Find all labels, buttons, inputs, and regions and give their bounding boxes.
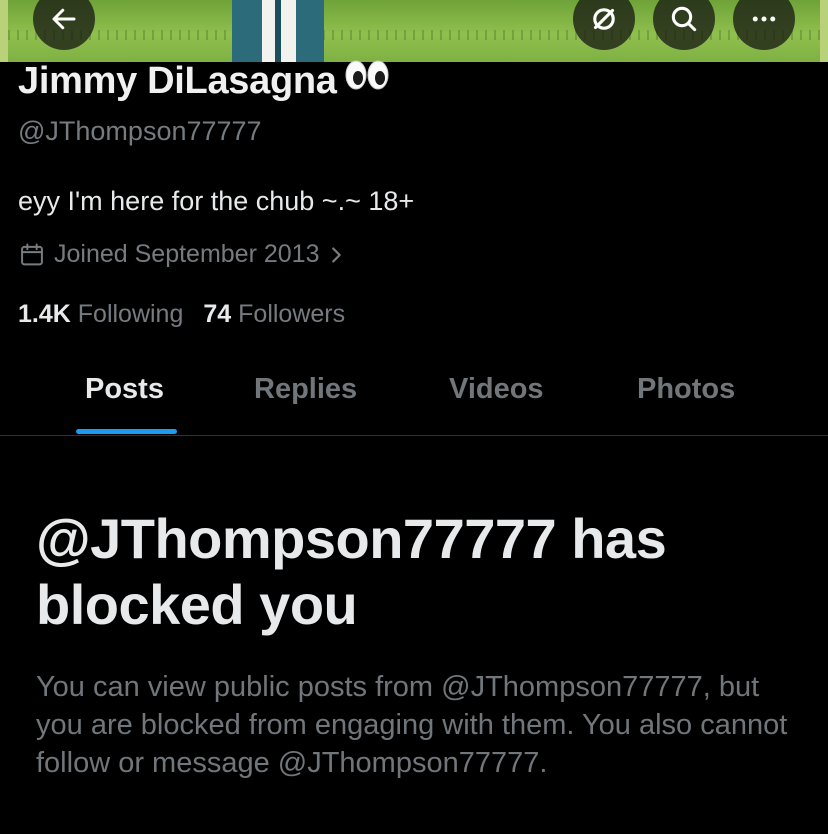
repost-disabled-icon [593,8,615,30]
tab-replies[interactable]: Replies [254,373,357,406]
profile-name-text: Jimmy DiLasagna [18,60,337,102]
blocked-title: @JThompson77777 has blocked you [36,507,667,636]
profile-handle: @JThompson77777 [18,116,262,146]
following-label: Following [77,300,184,328]
chevron-right-icon [332,246,342,263]
profile-name: Jimmy DiLasagna [18,60,391,104]
joined-date-link[interactable]: Joined September 2013 [18,240,355,269]
active-tab-indicator [76,429,177,434]
tab-posts[interactable]: Posts [85,373,164,406]
banner-frame-right [820,0,828,62]
following-stat[interactable]: 1.4K Following [18,300,183,328]
tab-photos[interactable]: Photos [637,373,735,406]
more-icon [752,16,776,22]
joined-date-text: Joined September 2013 [54,240,320,268]
following-count: 1.4K [18,300,71,328]
arrow-left-icon [52,8,76,30]
followers-label: Followers [238,300,346,328]
search-icon [671,6,697,32]
blocked-description: You can view public posts from @JThompso… [36,671,788,779]
profile-stats: 1.4K Following 74 Followers [18,300,345,329]
banner-tie [275,0,281,62]
profile-bio: eyy I'm here for the chub ~.~ 18+ [18,186,415,216]
calendar-icon [21,243,43,265]
profile-tabs: Posts Replies Videos Photos [0,355,828,436]
followers-count: 74 [203,300,232,328]
banner-frame-left [0,0,8,62]
eyes-emoji-icon [345,57,391,100]
followers-stat[interactable]: 74 Followers [203,300,345,328]
tab-videos[interactable]: Videos [449,373,544,406]
